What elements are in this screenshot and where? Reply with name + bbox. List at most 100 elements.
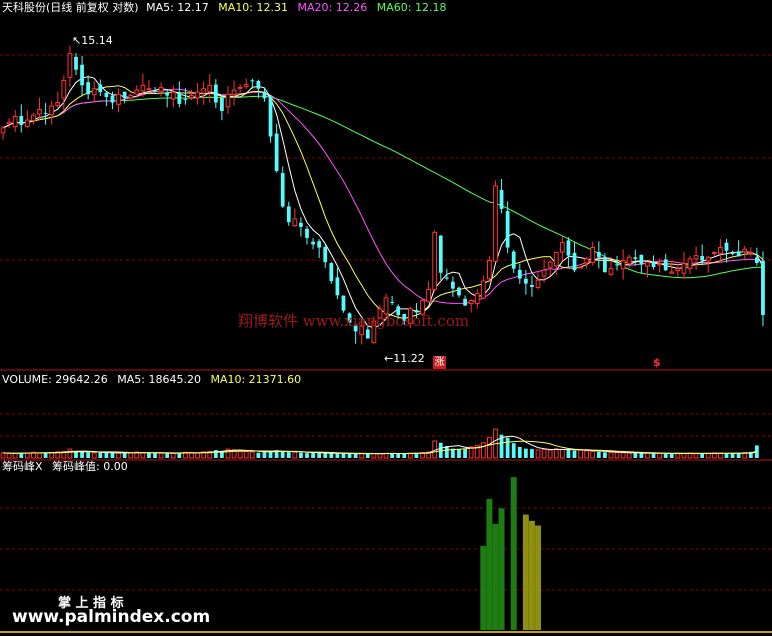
- volume-bar-up: [0, 452, 6, 459]
- volume-bar-down: [86, 452, 91, 458]
- candle-body-up: [742, 248, 748, 253]
- volume-bar-up: [626, 452, 632, 459]
- candle-body-down: [505, 211, 510, 248]
- volume-bar-down: [147, 452, 151, 458]
- volume-bar-down: [511, 443, 516, 458]
- candle-body-up: [675, 268, 681, 272]
- volume-bar-up: [487, 437, 492, 459]
- candle-body-up: [292, 218, 298, 227]
- volume-bar-up: [553, 448, 559, 459]
- candle-body-up: [24, 119, 30, 127]
- volume-bar-up: [608, 451, 614, 459]
- candle-body-down: [250, 80, 255, 82]
- chip-peak-bar-olive: [528, 520, 535, 630]
- candle-body-down: [280, 173, 285, 207]
- volume-bar-down: [305, 453, 309, 458]
- ma10-line: [2, 85, 764, 319]
- candle-body-down: [754, 257, 759, 263]
- candle-body-down: [19, 115, 24, 126]
- volume-bar-up: [128, 452, 134, 459]
- candle-body-down: [104, 92, 109, 97]
- chip-peak-bar-green: [510, 477, 517, 630]
- candle-body-up: [6, 121, 12, 125]
- candle-body-up: [626, 256, 632, 265]
- volume-bar-down: [110, 452, 115, 458]
- volume-bar-down: [463, 449, 467, 458]
- volume-bar-up: [170, 452, 176, 459]
- candle-body-down: [651, 261, 656, 268]
- candle-body-up: [718, 247, 723, 254]
- candle-body-down: [499, 190, 504, 209]
- volume-bar-down: [517, 446, 522, 458]
- volume-bar-up: [140, 452, 146, 459]
- candle-body-up: [116, 93, 121, 105]
- volume-label: VOLUME: 29642.26: [2, 373, 108, 386]
- candle-body-up: [535, 279, 541, 288]
- volume-bar-down: [724, 453, 729, 458]
- candle-body-down: [268, 96, 273, 137]
- volume-bar-down: [329, 453, 334, 458]
- candle-body-down: [329, 263, 334, 282]
- chip-peak-bars: [480, 477, 542, 630]
- volume-bar-up: [693, 453, 699, 459]
- candle-body-down: [438, 235, 443, 273]
- high-price-annotation: ↖15.14: [72, 34, 113, 47]
- candle-body-up: [559, 242, 565, 253]
- chip-peak-bar-olive: [522, 514, 529, 630]
- volume-bar-up: [578, 449, 583, 459]
- volume-bar-down: [262, 452, 267, 458]
- volume-bar-down: [396, 453, 401, 458]
- candle-body-up: [487, 259, 492, 280]
- candle-body-down: [523, 278, 528, 284]
- volume-ma10-label: MA10: 21371.60: [210, 373, 302, 386]
- volume-bar-down: [663, 453, 668, 458]
- candle-body-down: [341, 295, 346, 311]
- grid-lines: [0, 54, 772, 633]
- candle-body-down: [323, 246, 328, 263]
- candle-body-up: [61, 80, 67, 99]
- volume-bar-down: [505, 437, 510, 458]
- watermark: 翔博软件 www.xiangbosoft.com: [238, 312, 470, 330]
- volume-bar-up: [195, 452, 200, 459]
- volume-bar-down: [572, 450, 577, 458]
- volume-bar-up: [24, 452, 30, 459]
- chip-peak-bar-green: [486, 498, 493, 630]
- candle-body-down: [572, 252, 577, 271]
- volume-bar-up: [620, 452, 626, 459]
- volume-bar-down: [347, 453, 352, 458]
- brand-url[interactable]: www.palmindex.com: [12, 607, 210, 627]
- volume-bar-down: [596, 451, 601, 458]
- volume-bar-down: [122, 452, 127, 458]
- candle-body-up: [189, 95, 194, 99]
- candle-body-up: [158, 86, 164, 93]
- volume-bar-up: [541, 449, 547, 459]
- candle-body-down: [517, 269, 522, 279]
- volume-bar-down: [457, 449, 461, 458]
- volume-bar-down: [311, 452, 315, 458]
- candle-body-down: [98, 84, 103, 93]
- indicator-value-label: 筹码峰值: 0.00: [52, 460, 128, 473]
- candle-body-up: [195, 91, 200, 99]
- volume-bar-down: [165, 452, 170, 458]
- candle-body-up: [669, 271, 675, 274]
- volume-bar-up: [590, 450, 596, 459]
- volume-bar-down: [365, 453, 370, 458]
- volume-bar-down: [104, 452, 109, 458]
- candle-body-down: [122, 91, 127, 99]
- candle-body-down: [86, 82, 91, 95]
- candle-body-up: [584, 258, 590, 264]
- volume-bar-down: [523, 448, 528, 458]
- s-marker: $: [653, 356, 661, 369]
- candle-body-up: [37, 109, 42, 115]
- candle-body-down: [463, 298, 467, 306]
- volume-bar-down: [566, 449, 571, 458]
- candle-body-down: [451, 281, 455, 289]
- candle-body-up: [207, 84, 213, 93]
- main-panel-header: 天科股份(日线 前复权 对数) MA5: 12.17 MA10: 12.31 M…: [2, 1, 452, 14]
- volume-bar-up: [377, 453, 383, 459]
- candle-body-up: [432, 231, 438, 290]
- candle-body-down: [639, 254, 644, 265]
- volume-bar-up: [584, 450, 590, 459]
- stock-title: 天科股份(日线 前复权 对数): [2, 1, 139, 14]
- volume-bar-up: [158, 452, 164, 459]
